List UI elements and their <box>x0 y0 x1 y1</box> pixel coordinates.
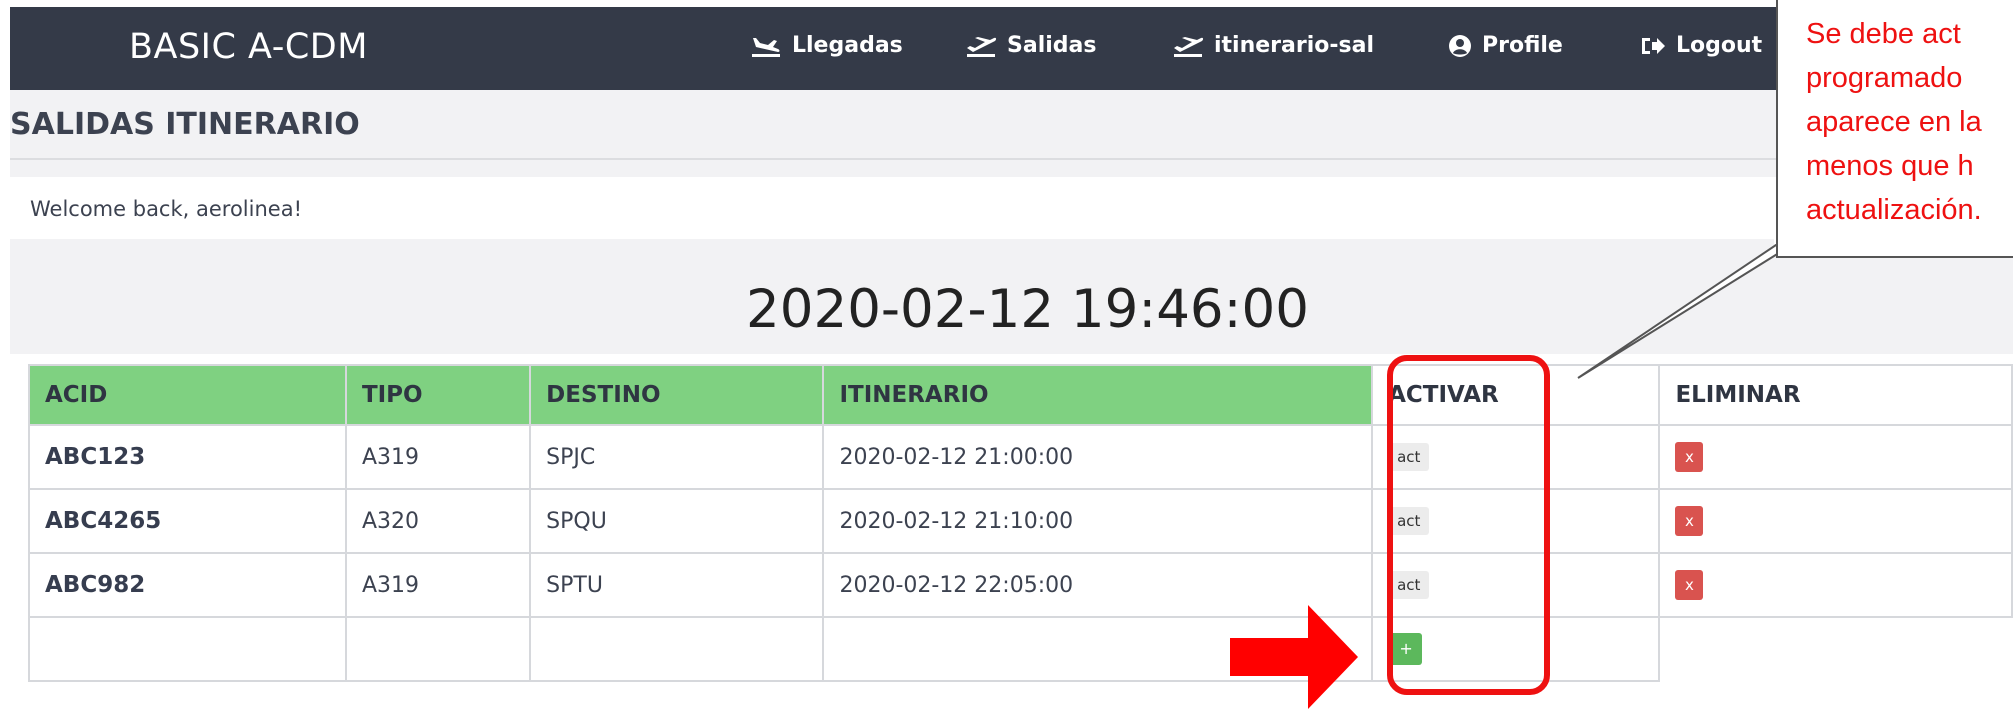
annotation-line: aparece en la <box>1806 106 1982 138</box>
annotation-line: programado <box>1806 62 1963 94</box>
screenshot-canvas: BASIC A-CDM Llegadas Salidas itinerario-… <box>0 0 2013 721</box>
annotation-line: actualización. <box>1806 194 1982 226</box>
red-arrow-icon <box>1230 605 1358 709</box>
annotation-line: menos que h <box>1806 150 1974 182</box>
annotation-highlight-box <box>1387 355 1550 695</box>
annotation-line: Se debe act <box>1806 18 1961 50</box>
annotation-callout: Se debe act programado aparece en la men… <box>1776 0 2013 258</box>
callout-pointer <box>1577 194 1873 379</box>
